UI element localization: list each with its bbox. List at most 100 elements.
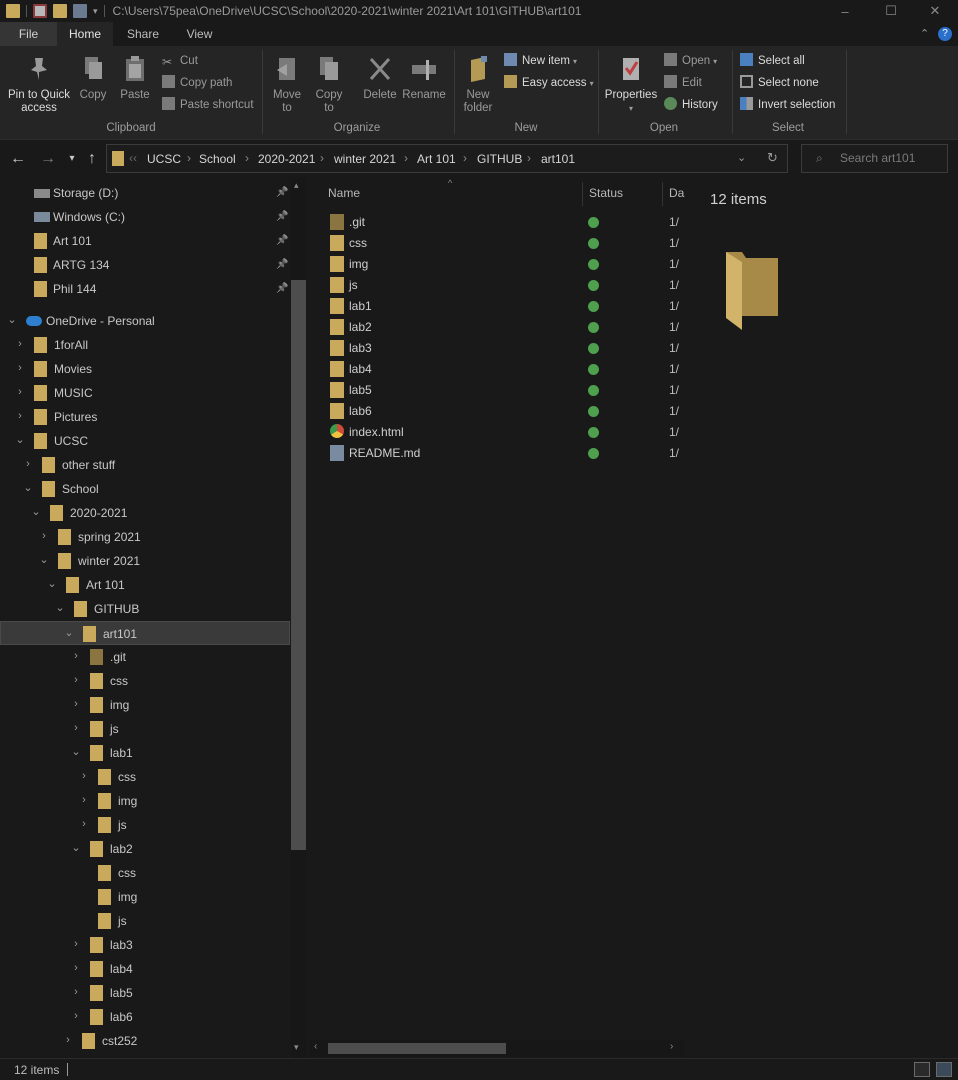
chevron-right-icon[interactable]: › [78, 817, 90, 831]
sidebar-item-1forall[interactable]: › 1forAll [0, 333, 290, 357]
sidebar-item-img[interactable]: › img [0, 693, 290, 717]
delete-button[interactable]: Delete [358, 54, 402, 102]
minimize-button[interactable]: – [822, 0, 868, 22]
chevron-right-icon[interactable]: › [14, 409, 26, 423]
sidebar-item-lab5[interactable]: › lab5 [0, 981, 290, 1005]
chevron-down-icon[interactable]: ⌄ [6, 313, 18, 327]
chevron-right-icon[interactable]: › [78, 769, 90, 783]
column-header-name[interactable]: Name [328, 186, 360, 200]
copy-to-button[interactable]: Copy to [310, 54, 348, 115]
table-row[interactable]: lab1 1/ [320, 296, 690, 317]
sidebar-item-music[interactable]: › MUSIC [0, 381, 290, 405]
nav-scrollbar-thumb[interactable] [291, 280, 306, 850]
open-button[interactable]: Open ▾ [664, 52, 717, 70]
pin-icon[interactable]: 📌 [276, 187, 288, 199]
chevron-down-icon[interactable]: ⌄ [70, 841, 82, 855]
chevron-down-icon[interactable]: ⌄ [38, 553, 50, 567]
tab-share[interactable]: Share [113, 22, 173, 46]
forward-arrow-icon[interactable]: → [38, 149, 58, 169]
sidebar-item-onedrive-personal[interactable]: ⌄ OneDrive - Personal [0, 309, 290, 333]
chevron-right-icon[interactable]: › [70, 985, 82, 999]
column-header-status[interactable]: Status [589, 186, 623, 200]
sidebar-item-winter-2021[interactable]: ⌄ winter 2021 [0, 549, 290, 573]
chevron-down-icon[interactable]: ⌄ [30, 505, 42, 519]
close-button[interactable]: ✕ [912, 0, 958, 22]
new-folder-button[interactable]: New folder [458, 54, 498, 115]
invert-selection-button[interactable]: Invert selection [740, 96, 835, 114]
chevron-right-icon[interactable]: › [14, 385, 26, 399]
chevron-right-icon[interactable]: › [320, 151, 324, 165]
chevron-down-icon[interactable]: ⌄ [54, 601, 66, 615]
sidebar-item-css[interactable]: › css [0, 765, 290, 789]
new-folder-icon[interactable] [53, 4, 67, 18]
chevron-right-icon[interactable]: › [22, 457, 34, 471]
properties-icon[interactable] [33, 4, 47, 18]
tab-file[interactable]: File [0, 22, 57, 46]
chevron-right-icon[interactable]: › [62, 1033, 74, 1047]
pin-icon[interactable]: 📌 [276, 283, 288, 295]
chevron-down-icon[interactable]: ⌄ [22, 481, 34, 495]
breadcrumb-github[interactable]: GITHUB [477, 152, 522, 166]
sidebar-item-movies[interactable]: › Movies [0, 357, 290, 381]
sidebar-item-lab3[interactable]: › lab3 [0, 933, 290, 957]
scroll-right-arrow-icon[interactable]: › [670, 1041, 673, 1052]
sidebar-item-spring-2021[interactable]: › spring 2021 [0, 525, 290, 549]
scroll-down-arrow-icon[interactable]: ▾ [294, 1042, 299, 1053]
breadcrumb-ucsc[interactable]: UCSC [147, 152, 181, 166]
chevron-right-icon[interactable]: › [70, 673, 82, 687]
pin-icon[interactable]: 📌 [276, 211, 288, 223]
table-row[interactable]: lab2 1/ [320, 317, 690, 338]
sidebar-item-github[interactable]: ⌄ GITHUB [0, 597, 290, 621]
tab-home[interactable]: Home [57, 22, 113, 46]
sidebar-item-pictures[interactable]: › Pictures [0, 405, 290, 429]
sidebar-item-phil-144[interactable]: Phil 144 📌 [0, 277, 290, 301]
table-row[interactable]: lab5 1/ [320, 380, 690, 401]
column-divider[interactable] [662, 182, 663, 206]
scroll-left-arrow-icon[interactable]: ‹ [314, 1041, 317, 1052]
paste-shortcut-button[interactable]: Paste shortcut [162, 96, 254, 114]
sidebar-item-2020-2021[interactable]: ⌄ 2020-2021 [0, 501, 290, 525]
breadcrumb-school[interactable]: School [199, 152, 236, 166]
address-bar[interactable]: ‹‹ UCSC › School › 2020-2021 › winter 20… [106, 144, 788, 173]
breadcrumb-art101[interactable]: art101 [541, 152, 575, 166]
move-to-button[interactable]: Move to [268, 54, 306, 115]
chevron-right-icon[interactable]: › [14, 361, 26, 375]
sidebar-item-js[interactable]: › js [0, 813, 290, 837]
recent-locations-chevron-icon[interactable]: ▾ [62, 149, 82, 169]
sidebar-item-art-101[interactable]: Art 101 📌 [0, 229, 290, 253]
cut-button[interactable]: ✂ Cut [162, 52, 198, 70]
chevron-right-icon[interactable]: › [14, 337, 26, 351]
sidebar-item-js[interactable]: js [0, 909, 290, 933]
sidebar-item-git[interactable]: › .git [0, 645, 290, 669]
refresh-icon[interactable]: ↻ [767, 150, 778, 166]
sidebar-item-lab1[interactable]: ⌄ lab1 [0, 741, 290, 765]
copy-button[interactable]: Copy [76, 54, 110, 102]
table-row[interactable]: css 1/ [320, 233, 690, 254]
chevron-right-icon[interactable]: › [70, 697, 82, 711]
chevron-right-icon[interactable]: › [187, 151, 191, 165]
paste-button[interactable]: Paste [118, 54, 152, 102]
sidebar-item-lab4[interactable]: › lab4 [0, 957, 290, 981]
sidebar-item-artg-134[interactable]: ARTG 134 📌 [0, 253, 290, 277]
search-box[interactable]: ⌕ [801, 144, 948, 173]
sidebar-item-lab6[interactable]: › lab6 [0, 1005, 290, 1029]
help-icon[interactable]: ? [938, 27, 952, 41]
scroll-up-arrow-icon[interactable]: ▴ [294, 180, 299, 191]
table-row[interactable]: .git 1/ [320, 212, 690, 233]
chevron-right-icon[interactable]: › [70, 937, 82, 951]
horizontal-scrollbar-thumb[interactable] [328, 1043, 506, 1054]
chevron-right-icon[interactable]: › [70, 649, 82, 663]
pin-icon[interactable]: 📌 [276, 235, 288, 247]
breadcrumb-art-101[interactable]: Art 101 [417, 152, 456, 166]
address-history-chevron-icon[interactable]: ⌄ [737, 151, 746, 164]
large-icons-view-icon[interactable] [936, 1062, 952, 1077]
rename-button[interactable]: Rename [402, 54, 446, 102]
select-none-button[interactable]: Select none [740, 74, 819, 92]
table-row[interactable]: README.md 1/ [320, 443, 690, 464]
chevron-right-icon[interactable]: › [70, 721, 82, 735]
back-arrow-icon[interactable]: ← [8, 149, 28, 169]
sidebar-item-other-stuff[interactable]: › other stuff [0, 453, 290, 477]
sidebar-item-img[interactable]: img [0, 885, 290, 909]
column-divider[interactable] [582, 182, 583, 206]
sidebar-item-art101[interactable]: ⌄ art101 [0, 621, 290, 645]
